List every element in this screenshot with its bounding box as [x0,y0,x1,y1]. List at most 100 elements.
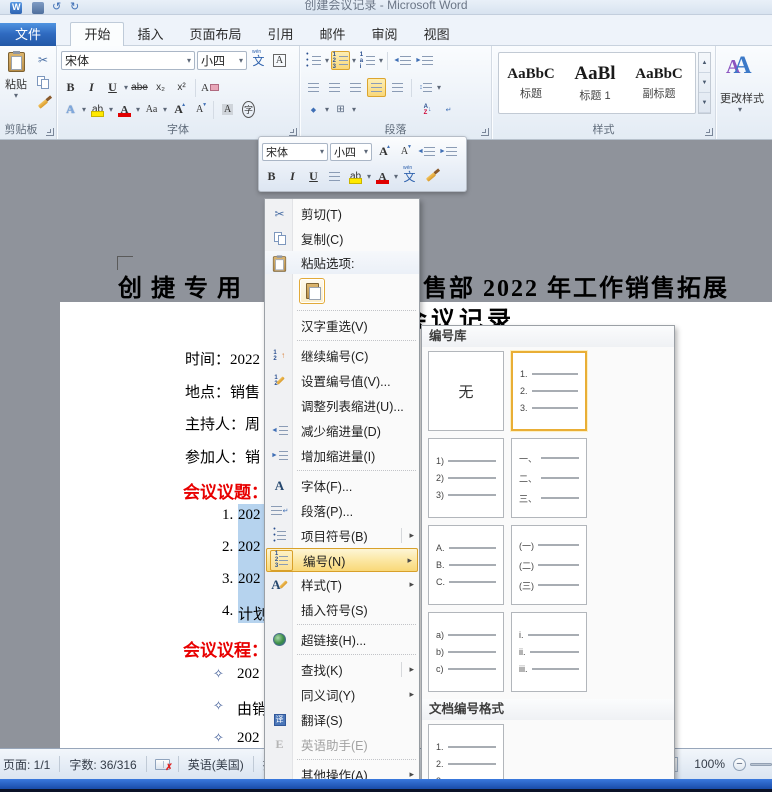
ribbon-tab[interactable]: 开始 [70,22,125,46]
menu-item-hyperlink[interactable]: 超链接(H)... [265,627,419,652]
menu-item-numbering[interactable]: 1 2 3 编号(N) ▸ [266,548,418,572]
menu-item-set-numbering-value[interactable]: 1 2 设置编号值(V)... [265,368,419,393]
menu-item-paste-options[interactable]: 粘贴选项: [265,251,419,274]
tab-file[interactable]: 文件 [0,23,57,47]
mini-italic-button[interactable] [283,167,302,186]
text-effects-button[interactable] [61,100,80,119]
zoom-out-button[interactable] [733,757,746,771]
menu-item-synonyms[interactable]: 同义词(Y) ▸ [265,682,419,707]
line-spacing-button[interactable]: ↕ [416,78,435,97]
highlight-color-button[interactable] [88,100,107,119]
distribute-button[interactable] [388,78,407,97]
style-gallery-scroll[interactable]: ▲ ▼ ▼ [698,52,711,114]
ribbon-tab[interactable]: 邮件 [307,23,359,47]
numbering-option[interactable]: 一、 二、 三、 [511,438,587,518]
zoom-slider[interactable] [750,762,772,766]
font-name-combo[interactable]: 宋体 [61,51,195,70]
clear-formatting-button[interactable] [200,78,220,97]
menu-item-bullets[interactable]: • • • 项目符号(B) ▸ [265,523,419,548]
borders-button[interactable]: ⊞ [331,100,350,119]
numbering-option[interactable]: (一) (二) (三) [511,525,587,605]
ribbon-tab[interactable]: 插入 [124,23,176,47]
character-border-button[interactable] [270,51,289,70]
font-dialog-launcher[interactable] [289,128,297,136]
menu-item-copy[interactable]: 复制(C) [265,226,419,251]
ribbon-tab[interactable]: 视图 [411,23,463,47]
mini-grow-font-button[interactable] [374,142,393,161]
mini-bold-button[interactable] [262,167,281,186]
font-color-button[interactable] [115,100,134,119]
style-gallery-item[interactable]: AaBbC 标题 [499,53,563,113]
change-case-button[interactable] [142,100,161,119]
shrink-font-button[interactable] [190,100,209,119]
mini-increase-indent-button[interactable]: ► [438,142,458,161]
scroll-down-icon[interactable]: ▼ [699,73,710,93]
mini-font-name-combo[interactable]: 宋体 [262,142,328,161]
menu-item-hanzi-reselect[interactable]: 汉字重选(V) [265,313,419,338]
mini-shrink-font-button[interactable] [395,142,414,161]
status-page-indicator[interactable]: 页面: 1/1 [0,756,59,773]
mini-format-painter-button[interactable] [421,167,440,186]
ribbon-tab[interactable]: 页面布局 [177,23,255,47]
menu-item-translate[interactable]: 译 翻译(S) [265,707,419,732]
paste-button[interactable]: 粘贴 [2,50,30,120]
spellcheck-icon[interactable]: ✗ [154,758,173,772]
numbering-option[interactable]: A. B. C. [428,525,504,605]
style-gallery-item[interactable]: AaBl 标题 1 [563,53,627,113]
menu-item-cut[interactable]: ✂ 剪切(T) [265,201,419,226]
ribbon-tab[interactable]: 审阅 [359,23,411,47]
menu-item-font[interactable]: A 字体(F)... [265,473,419,498]
align-center-button[interactable] [325,78,344,97]
clipboard-dialog-launcher[interactable] [46,128,54,136]
mini-highlight-button[interactable] [346,167,365,186]
style-gallery-item[interactable]: AaBbC 副标题 [627,53,691,113]
styles-dialog-launcher[interactable] [705,128,713,136]
numbering-option[interactable]: a) b) c) [428,612,504,692]
sort-button[interactable]: A Z ↓ [418,100,437,119]
justify-button[interactable] [367,78,386,97]
mini-decrease-indent-button[interactable]: ◄ [416,142,436,161]
change-styles-button[interactable]: AA 更改样式 [716,46,772,139]
multilevel-list-button[interactable]: 1ai [358,51,377,70]
menu-item-decrease-indent[interactable]: ◄ 减少缩进量(D) [265,418,419,443]
copy-button[interactable] [34,74,52,90]
mini-center-button[interactable] [325,167,344,186]
subscript-button[interactable] [151,78,170,97]
menu-item-find[interactable]: 查找(K) ▸ [265,657,419,682]
numbering-option[interactable]: 1.2.3. [428,724,504,782]
menu-item-styles[interactable]: A 样式(T) ▸ [265,572,419,597]
show-marks-button[interactable]: ↵ [439,100,458,119]
enclose-characters-button[interactable] [239,100,258,119]
status-word-count[interactable]: 字数: 36/316 [60,756,145,773]
numbering-option[interactable]: 1) 2) 3) [428,438,504,518]
font-size-combo[interactable]: 小四 [197,51,247,70]
character-shading-button[interactable] [218,100,237,119]
align-right-button[interactable] [346,78,365,97]
shading-button[interactable]: ◆ [304,100,323,119]
cut-button[interactable]: ✂ [34,52,52,68]
bullets-button[interactable]: • • • [304,51,323,70]
menu-item-insert-symbol[interactable]: 插入符号(S) [265,597,419,622]
numbering-option[interactable]: 1.2.3. [511,351,587,431]
align-left-button[interactable] [304,78,323,97]
paste-option-button[interactable] [299,278,325,304]
increase-indent-button[interactable]: ► [414,51,434,70]
mini-font-color-button[interactable] [373,167,392,186]
scroll-up-icon[interactable]: ▲ [699,53,710,73]
strikethrough-button[interactable] [130,78,149,97]
grow-font-button[interactable] [169,100,188,119]
format-painter-button[interactable] [34,96,52,112]
mini-font-size-combo[interactable]: 小四 [330,142,372,161]
menu-item-paragraph[interactable]: ↵ 段落(P)... [265,498,419,523]
bold-button[interactable] [61,78,80,97]
menu-item-increase-indent[interactable]: ► 增加缩进量(I) [265,443,419,468]
gallery-more-icon[interactable]: ▼ [699,93,710,113]
italic-button[interactable] [82,78,101,97]
paragraph-dialog-launcher[interactable] [481,128,489,136]
decrease-indent-button[interactable]: ◄ [392,51,412,70]
numbering-option[interactable]: i. ii. iii. [511,612,587,692]
ribbon-tab[interactable]: 引用 [255,23,307,47]
zoom-level[interactable]: 100% [694,757,725,771]
menu-item-adjust-list-indents[interactable]: 调整列表缩进(U)... [265,393,419,418]
status-language[interactable]: 英语(美国) [179,756,253,773]
